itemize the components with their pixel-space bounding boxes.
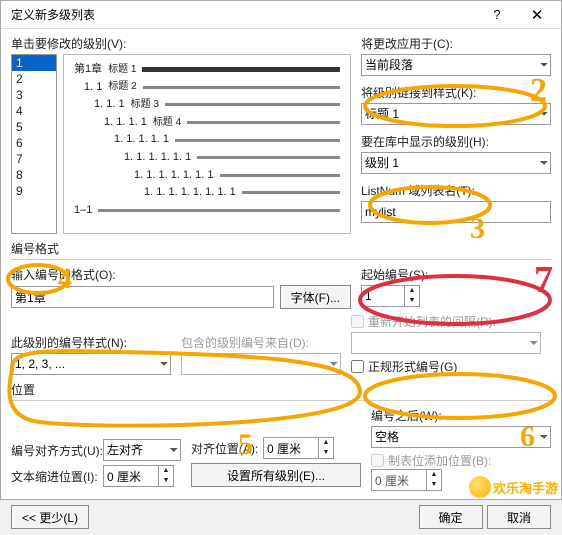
preview-line: 1–1 — [74, 202, 340, 220]
follow-select[interactable]: 空格 — [371, 426, 551, 448]
number-style-label: 此级别的编号样式(N): — [11, 334, 171, 351]
preview-line: 1. 1. 1. 1. 1 — [74, 131, 340, 149]
level-item[interactable]: 1 — [12, 55, 56, 71]
preview-line: 1. 1. 1. 1. 1. 1. 1 — [74, 167, 340, 185]
show-gallery-label: 要在库中显示的级别(H): — [361, 133, 551, 150]
ok-button[interactable]: 确定 — [419, 505, 483, 529]
number-style-select[interactable]: 1, 2, 3, ... — [11, 353, 171, 375]
click-level-label: 单击要修改的级别(V): — [11, 35, 351, 52]
preview-line: 第1章标题 1 — [74, 61, 340, 79]
level-item[interactable]: 7 — [12, 151, 56, 167]
apply-to-label: 将更改应用于(C): — [361, 35, 551, 52]
indent-label: 文本缩进位置(I): — [11, 468, 103, 485]
legal-format-check[interactable]: 正规形式编号(G) — [351, 358, 541, 375]
level-list[interactable]: 123456789 — [11, 54, 57, 234]
footer: << 更少(L) 确定 取消 — [1, 499, 561, 535]
preview-line: 1. 1. 1. 1. 1. 1. 1. 1 — [74, 184, 340, 202]
level-item[interactable]: 6 — [12, 135, 56, 151]
define-multilevel-list-dialog: 定义新多级列表 ? ✕ 单击要修改的级别(V): 123456789 第1章标题… — [0, 0, 562, 500]
less-button[interactable]: << 更少(L) — [11, 505, 89, 529]
level-item[interactable]: 8 — [12, 167, 56, 183]
level-item[interactable]: 2 — [12, 71, 56, 87]
preview-line: 1. 1. 1. 1标题 4 — [74, 114, 340, 132]
level-item[interactable]: 5 — [12, 119, 56, 135]
restart-after-select — [351, 332, 541, 354]
follow-label: 编号之后(W): — [371, 407, 551, 424]
watermark: 欢乐淘手游 — [469, 476, 558, 498]
spin-up-icon[interactable]: ▲ — [405, 286, 419, 296]
link-style-select[interactable]: 标题 1 — [361, 103, 551, 125]
tab-stop-check: 制表位添加位置(B): — [371, 452, 551, 469]
preview-line: 1. 1. 1标题 3 — [74, 96, 340, 114]
listnum-input[interactable] — [361, 201, 551, 223]
start-at-label: 起始编号(S): — [361, 266, 551, 283]
dialog-title: 定义新多级列表 — [11, 6, 477, 23]
listnum-label: ListNum 域列表名(T): — [361, 182, 551, 199]
start-at-input[interactable] — [361, 285, 405, 307]
preview-line: 1. 1. 1. 1. 1. 1 — [74, 149, 340, 167]
align-at-label: 对齐位置(A): — [191, 440, 263, 457]
level-item[interactable]: 9 — [12, 183, 56, 199]
help-icon[interactable]: ? — [477, 2, 517, 28]
include-from-label: 包含的级别编号来自(D): — [181, 334, 341, 351]
level-item[interactable]: 3 — [12, 87, 56, 103]
link-style-label: 将级别链接到样式(K): — [361, 84, 551, 101]
show-gallery-select[interactable]: 级别 1 — [361, 152, 551, 174]
preview-pane: 第1章标题 11. 1标题 21. 1. 1标题 31. 1. 1. 1标题 4… — [63, 54, 351, 234]
spin-down-icon[interactable]: ▼ — [405, 296, 419, 306]
close-icon[interactable]: ✕ — [517, 2, 557, 28]
watermark-icon — [469, 476, 491, 498]
include-from-select — [181, 353, 341, 375]
enter-format-label: 输入编号的格式(O): — [11, 266, 351, 283]
right-column: 将更改应用于(C): 当前段落 将级别链接到样式(K): 标题 1 要在库中显示… — [361, 35, 551, 234]
cancel-button[interactable]: 取消 — [487, 505, 551, 529]
align-at-spinner[interactable]: ▲▼ — [263, 437, 334, 459]
left-column: 单击要修改的级别(V): 123456789 第1章标题 11. 1标题 21.… — [11, 35, 351, 234]
format-input[interactable] — [11, 286, 274, 308]
font-button[interactable]: 字体(F)... — [280, 285, 351, 309]
align-label: 编号对齐方式(U): — [11, 442, 103, 459]
align-select[interactable]: 左对齐 — [103, 439, 181, 461]
level-item[interactable]: 4 — [12, 103, 56, 119]
start-at-spinner[interactable]: ▲▼ — [361, 285, 551, 307]
set-all-levels-button[interactable]: 设置所有级别(E)... — [191, 463, 361, 487]
indent-spinner[interactable]: ▲▼ — [103, 465, 174, 487]
number-format-title: 编号格式 — [11, 240, 551, 257]
preview-line: 1. 1标题 2 — [74, 79, 340, 97]
restart-after-check: 重新开始列表的间隔(R): — [351, 313, 541, 330]
titlebar: 定义新多级列表 ? ✕ — [1, 1, 561, 29]
position-title: 位置 — [11, 381, 551, 398]
apply-to-select[interactable]: 当前段落 — [361, 54, 551, 76]
